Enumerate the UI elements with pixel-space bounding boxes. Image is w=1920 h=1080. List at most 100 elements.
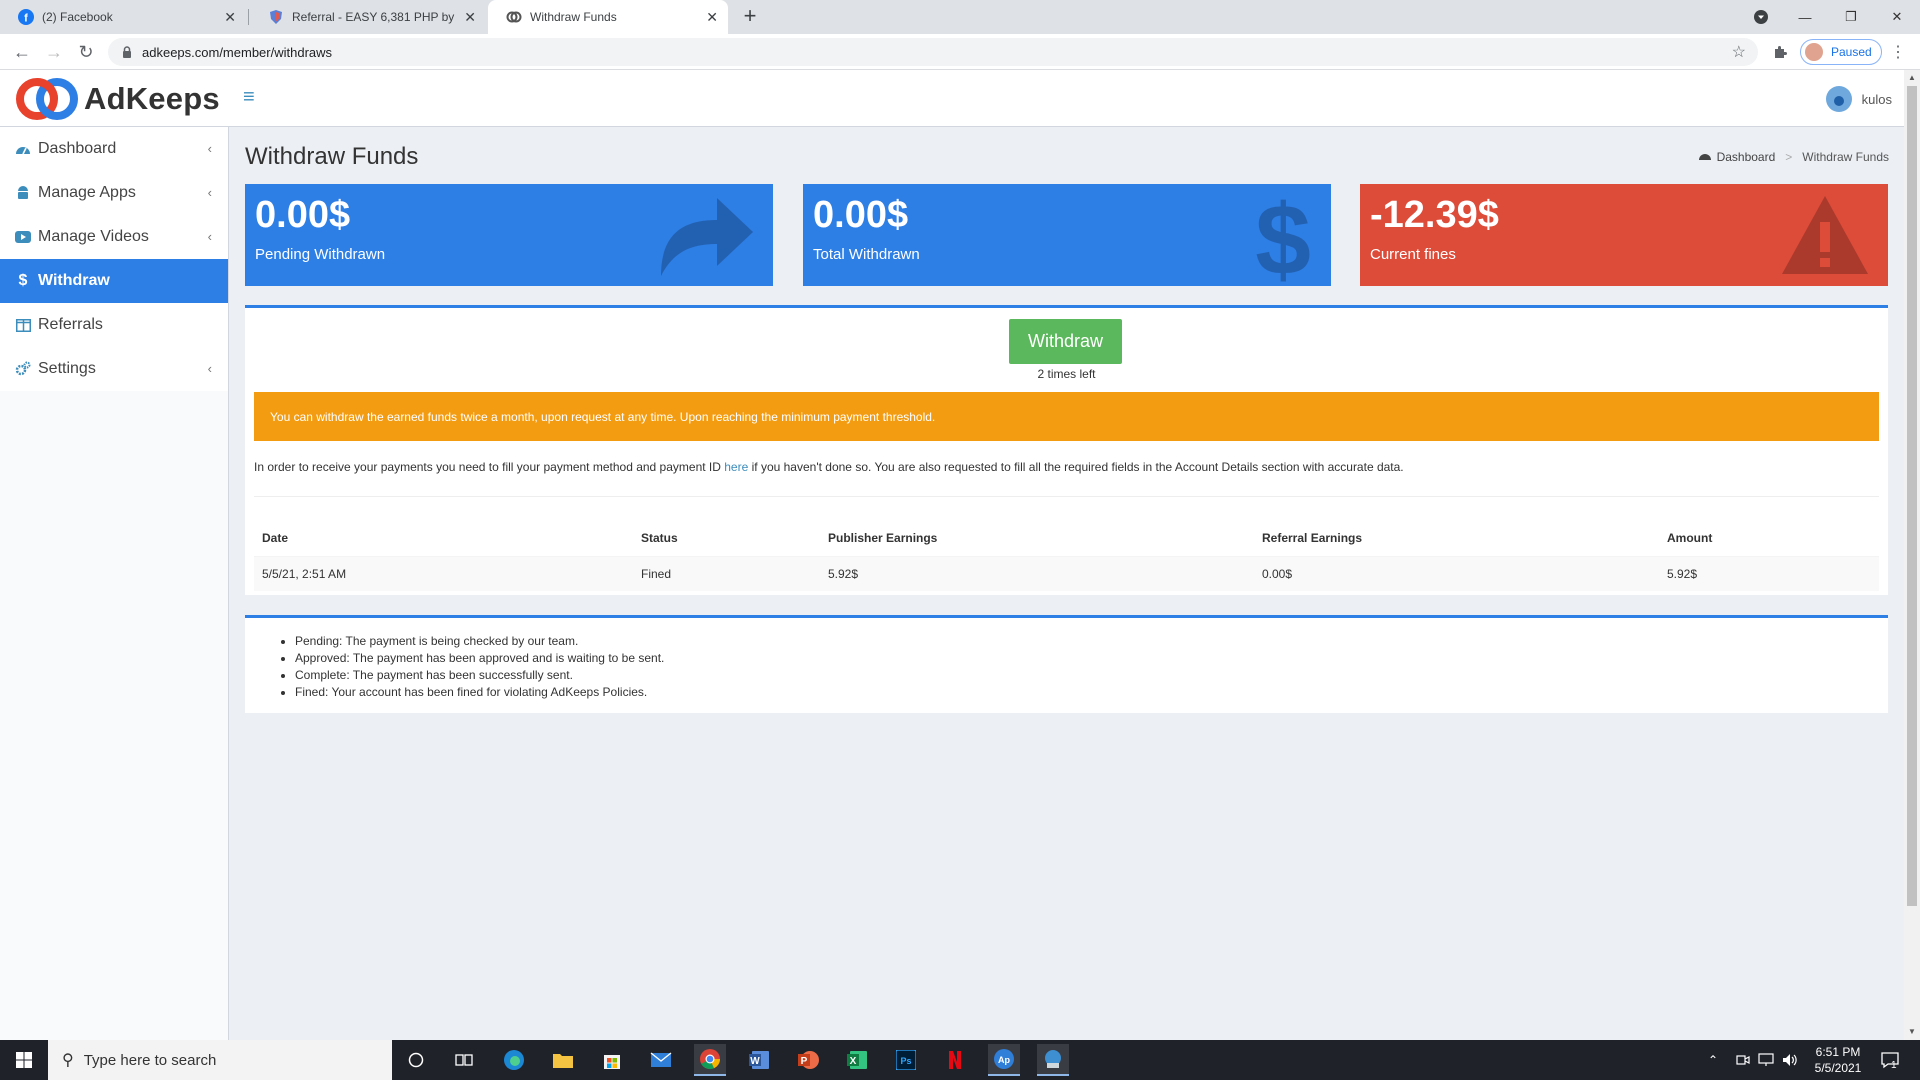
column-header: Status	[641, 531, 678, 546]
breadcrumb-home-link[interactable]: Dashboard	[1717, 150, 1776, 164]
close-tab-icon[interactable]: ✕	[224, 9, 236, 26]
mail-icon[interactable]	[645, 1044, 677, 1076]
search-placeholder: Type here to search	[83, 1051, 217, 1069]
file-explorer-icon[interactable]	[547, 1044, 579, 1076]
adkeeps-icon	[506, 9, 522, 25]
main-content: Withdraw Funds Dashboard > Withdraw Fund…	[229, 127, 1904, 1040]
brand-logo[interactable]: AdKeeps	[14, 74, 220, 124]
column-header: Date	[262, 531, 289, 546]
withdraw-button[interactable]: Withdraw	[1009, 319, 1122, 364]
info-text-before: In order to receive your payments you ne…	[254, 460, 725, 474]
notification-center-icon[interactable]: 1	[1880, 1040, 1899, 1080]
word-icon[interactable]: W	[743, 1044, 775, 1076]
android-icon	[14, 184, 32, 202]
user-menu[interactable]: kulos	[1825, 86, 1892, 112]
new-tab-button[interactable]: +	[738, 5, 762, 29]
avatar	[1805, 43, 1823, 61]
network-icon[interactable]	[1758, 1040, 1774, 1080]
photoshop-icon[interactable]: Ps	[890, 1044, 922, 1076]
page-scrollbar[interactable]: ▲ ▼	[1904, 70, 1920, 1040]
restore-button[interactable]: ❐	[1828, 0, 1874, 34]
close-tab-icon[interactable]: ✕	[464, 9, 476, 26]
stat-value: 0.00$	[255, 194, 351, 236]
user-avatar-icon	[1825, 86, 1852, 112]
profile-dropdown-icon[interactable]	[1738, 0, 1784, 34]
task-view-icon[interactable]	[448, 1044, 480, 1076]
sidebar-item-settings[interactable]: Settings ‹	[0, 347, 228, 391]
browser-menu-icon[interactable]: ⋮	[1890, 42, 1906, 62]
column-header: Referral Earnings	[1262, 531, 1363, 546]
taskbar-clock[interactable]: 6:51 PM 5/5/2021	[1806, 1044, 1870, 1076]
scroll-up-arrow-icon[interactable]: ▲	[1904, 70, 1920, 86]
network-globe-icon[interactable]	[1037, 1044, 1069, 1076]
page-title: Withdraw Funds	[245, 143, 419, 170]
youtube-icon	[14, 228, 32, 246]
withdraw-panel: Withdraw 2 times left You can withdraw t…	[245, 305, 1888, 595]
sidebar-item-label: Withdraw	[38, 272, 110, 289]
adkeeps-logo-icon	[16, 78, 78, 120]
svg-text:f: f	[24, 13, 28, 25]
close-tab-icon[interactable]: ✕	[706, 9, 718, 26]
share-arrow-icon	[661, 198, 753, 276]
taskbar-search-box[interactable]: ⚲ Type here to search	[48, 1040, 392, 1080]
bookmark-star-icon[interactable]: ☆	[1732, 42, 1746, 62]
minimize-button[interactable]: —	[1782, 0, 1828, 34]
scroll-down-arrow-icon[interactable]: ▼	[1904, 1024, 1920, 1040]
browser-toolbar: ← → ↻ adkeeps.com/member/withdraws ☆ Pau…	[0, 34, 1920, 70]
powerpoint-icon[interactable]: P	[792, 1044, 824, 1076]
address-bar[interactable]: adkeeps.com/member/withdraws ☆	[108, 38, 1758, 66]
excel-icon[interactable]: X	[841, 1044, 873, 1076]
app-header: AdKeeps ≡ kulos	[0, 70, 1904, 127]
shield-logo-icon	[268, 9, 284, 25]
sidebar-item-withdraw[interactable]: $ Withdraw	[0, 259, 228, 303]
payment-settings-link[interactable]: here	[724, 460, 748, 474]
tab-withdraw-funds[interactable]: Withdraw Funds ✕	[488, 0, 728, 34]
stat-total-withdrawn: 0.00$ Total Withdrawn $	[803, 184, 1331, 286]
show-hidden-icons-chevron-icon[interactable]: ⌃	[1708, 1040, 1718, 1080]
windows-taskbar: ⚲ Type here to search W P X Ps Ap ⌃ 6:51…	[0, 1040, 1920, 1080]
warning-icon	[1782, 196, 1868, 274]
close-window-button[interactable]: ✕	[1874, 0, 1920, 34]
list-item: Pending: The payment is being checked by…	[295, 633, 664, 650]
reload-icon[interactable]: ↻	[74, 40, 98, 64]
cortana-icon[interactable]	[400, 1044, 432, 1076]
tab-facebook[interactable]: f (2) Facebook ✕	[0, 0, 246, 34]
forward-arrow-icon[interactable]: →	[42, 40, 66, 64]
edge-browser-icon[interactable]	[498, 1044, 530, 1076]
meet-now-icon[interactable]	[1736, 1040, 1750, 1080]
back-arrow-icon[interactable]: ←	[10, 40, 34, 64]
windows-start-icon[interactable]	[0, 1040, 48, 1080]
sidebar-menu: Dashboard ‹ Manage Apps ‹ Manage Videos …	[0, 127, 228, 391]
dashboard-icon	[1698, 150, 1711, 164]
sidebar-item-manage-apps[interactable]: Manage Apps ‹	[0, 171, 228, 215]
tab-referral[interactable]: Referral - EASY 6,381 PHP by pro ✕	[250, 0, 486, 34]
sidebar-item-dashboard[interactable]: Dashboard ‹	[0, 127, 228, 171]
tab-separator	[248, 9, 249, 25]
svg-text:Ps: Ps	[900, 1056, 911, 1066]
columns-icon	[14, 316, 32, 334]
sidebar-item-label: Dashboard	[38, 140, 117, 157]
times-left-text: 2 times left	[1037, 367, 1096, 381]
breadcrumb-current: Withdraw Funds	[1802, 150, 1889, 164]
stat-label: Pending Withdrawn	[255, 246, 386, 263]
svg-text:X: X	[850, 1056, 857, 1067]
profile-paused-button[interactable]: Paused	[1800, 39, 1882, 65]
sidebar-item-manage-videos[interactable]: Manage Videos ‹	[0, 215, 228, 259]
lock-icon[interactable]	[120, 45, 134, 59]
list-item: Approved: The payment has been approved …	[295, 650, 664, 667]
withdraw-info-alert: You can withdraw the earned funds twice …	[254, 392, 1879, 441]
table-cell-referral-earnings: 0.00$	[1254, 555, 1659, 591]
sidebar-item-referrals[interactable]: Referrals	[0, 303, 228, 347]
app-circle-icon[interactable]: Ap	[988, 1044, 1020, 1076]
chrome-icon[interactable]	[694, 1044, 726, 1076]
scrollbar-thumb[interactable]	[1907, 86, 1917, 906]
table-cell-date: 5/5/21, 2:51 AM	[254, 555, 633, 591]
microsoft-store-icon[interactable]	[596, 1044, 628, 1076]
chevron-left-icon: ‹	[207, 229, 212, 244]
netflix-icon[interactable]	[939, 1044, 971, 1076]
sidebar-item-label: Referrals	[38, 316, 103, 333]
sidebar-toggle-icon[interactable]: ≡	[243, 86, 255, 109]
extensions-puzzle-icon[interactable]	[1770, 42, 1790, 62]
volume-icon[interactable]	[1782, 1040, 1798, 1080]
column-header: Publisher Earnings	[828, 531, 938, 546]
